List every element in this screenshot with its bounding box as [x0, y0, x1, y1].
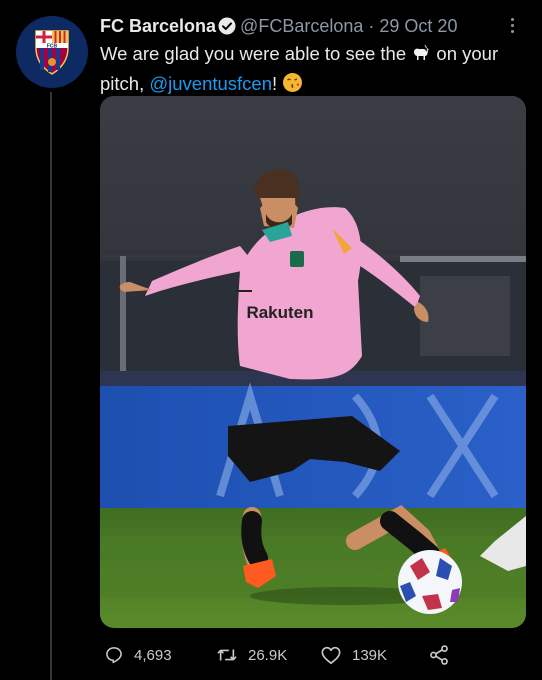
more-options-icon[interactable]: [502, 12, 522, 38]
share-button[interactable]: [428, 640, 450, 670]
meta-separator: ·: [368, 16, 375, 36]
like-count: 139K: [352, 646, 388, 664]
author-handle[interactable]: @FCBarcelona: [240, 16, 363, 36]
jersey-sponsor-text: Rakuten: [246, 303, 313, 322]
retweet-icon: [217, 649, 237, 661]
retweet-button[interactable]: 26.9K: [216, 640, 287, 670]
mention-link[interactable]: @juventusfcen: [149, 73, 272, 94]
goat-emoji: [411, 43, 431, 70]
like-button[interactable]: 139K: [320, 640, 387, 670]
retweet-count: 26.9K: [248, 646, 288, 664]
reply-count: 4,693: [134, 646, 172, 664]
goat-icon: [414, 44, 429, 60]
avatar[interactable]: FCB: [16, 16, 88, 88]
share-icon: [430, 645, 448, 665]
heart-icon: [321, 646, 341, 664]
reply-icon: [106, 647, 122, 664]
reply-button[interactable]: 4,693: [104, 640, 172, 670]
action-bar: 4,693 26.9K 139K: [100, 640, 526, 670]
fcb-crest-logo: FCB: [22, 22, 82, 82]
tweet-date[interactable]: 29 Oct 20: [379, 16, 457, 36]
tweet-text: We are glad you were able to see the on …: [100, 40, 520, 100]
verified-badge-icon: [218, 17, 236, 41]
kissing-face-icon: [283, 73, 303, 92]
tweet-header: FC Barcelona @FCBarcelona · 29 Oct 20: [100, 14, 502, 41]
thread-line: [50, 92, 52, 680]
tweet-text-part1: We are glad you were able to see the: [100, 43, 407, 64]
tweet-text-part3: !: [272, 73, 278, 94]
author-name[interactable]: FC Barcelona: [100, 16, 216, 36]
tweet-photo[interactable]: Rakuten: [100, 96, 526, 628]
player-photo-image: Rakuten: [100, 96, 526, 628]
